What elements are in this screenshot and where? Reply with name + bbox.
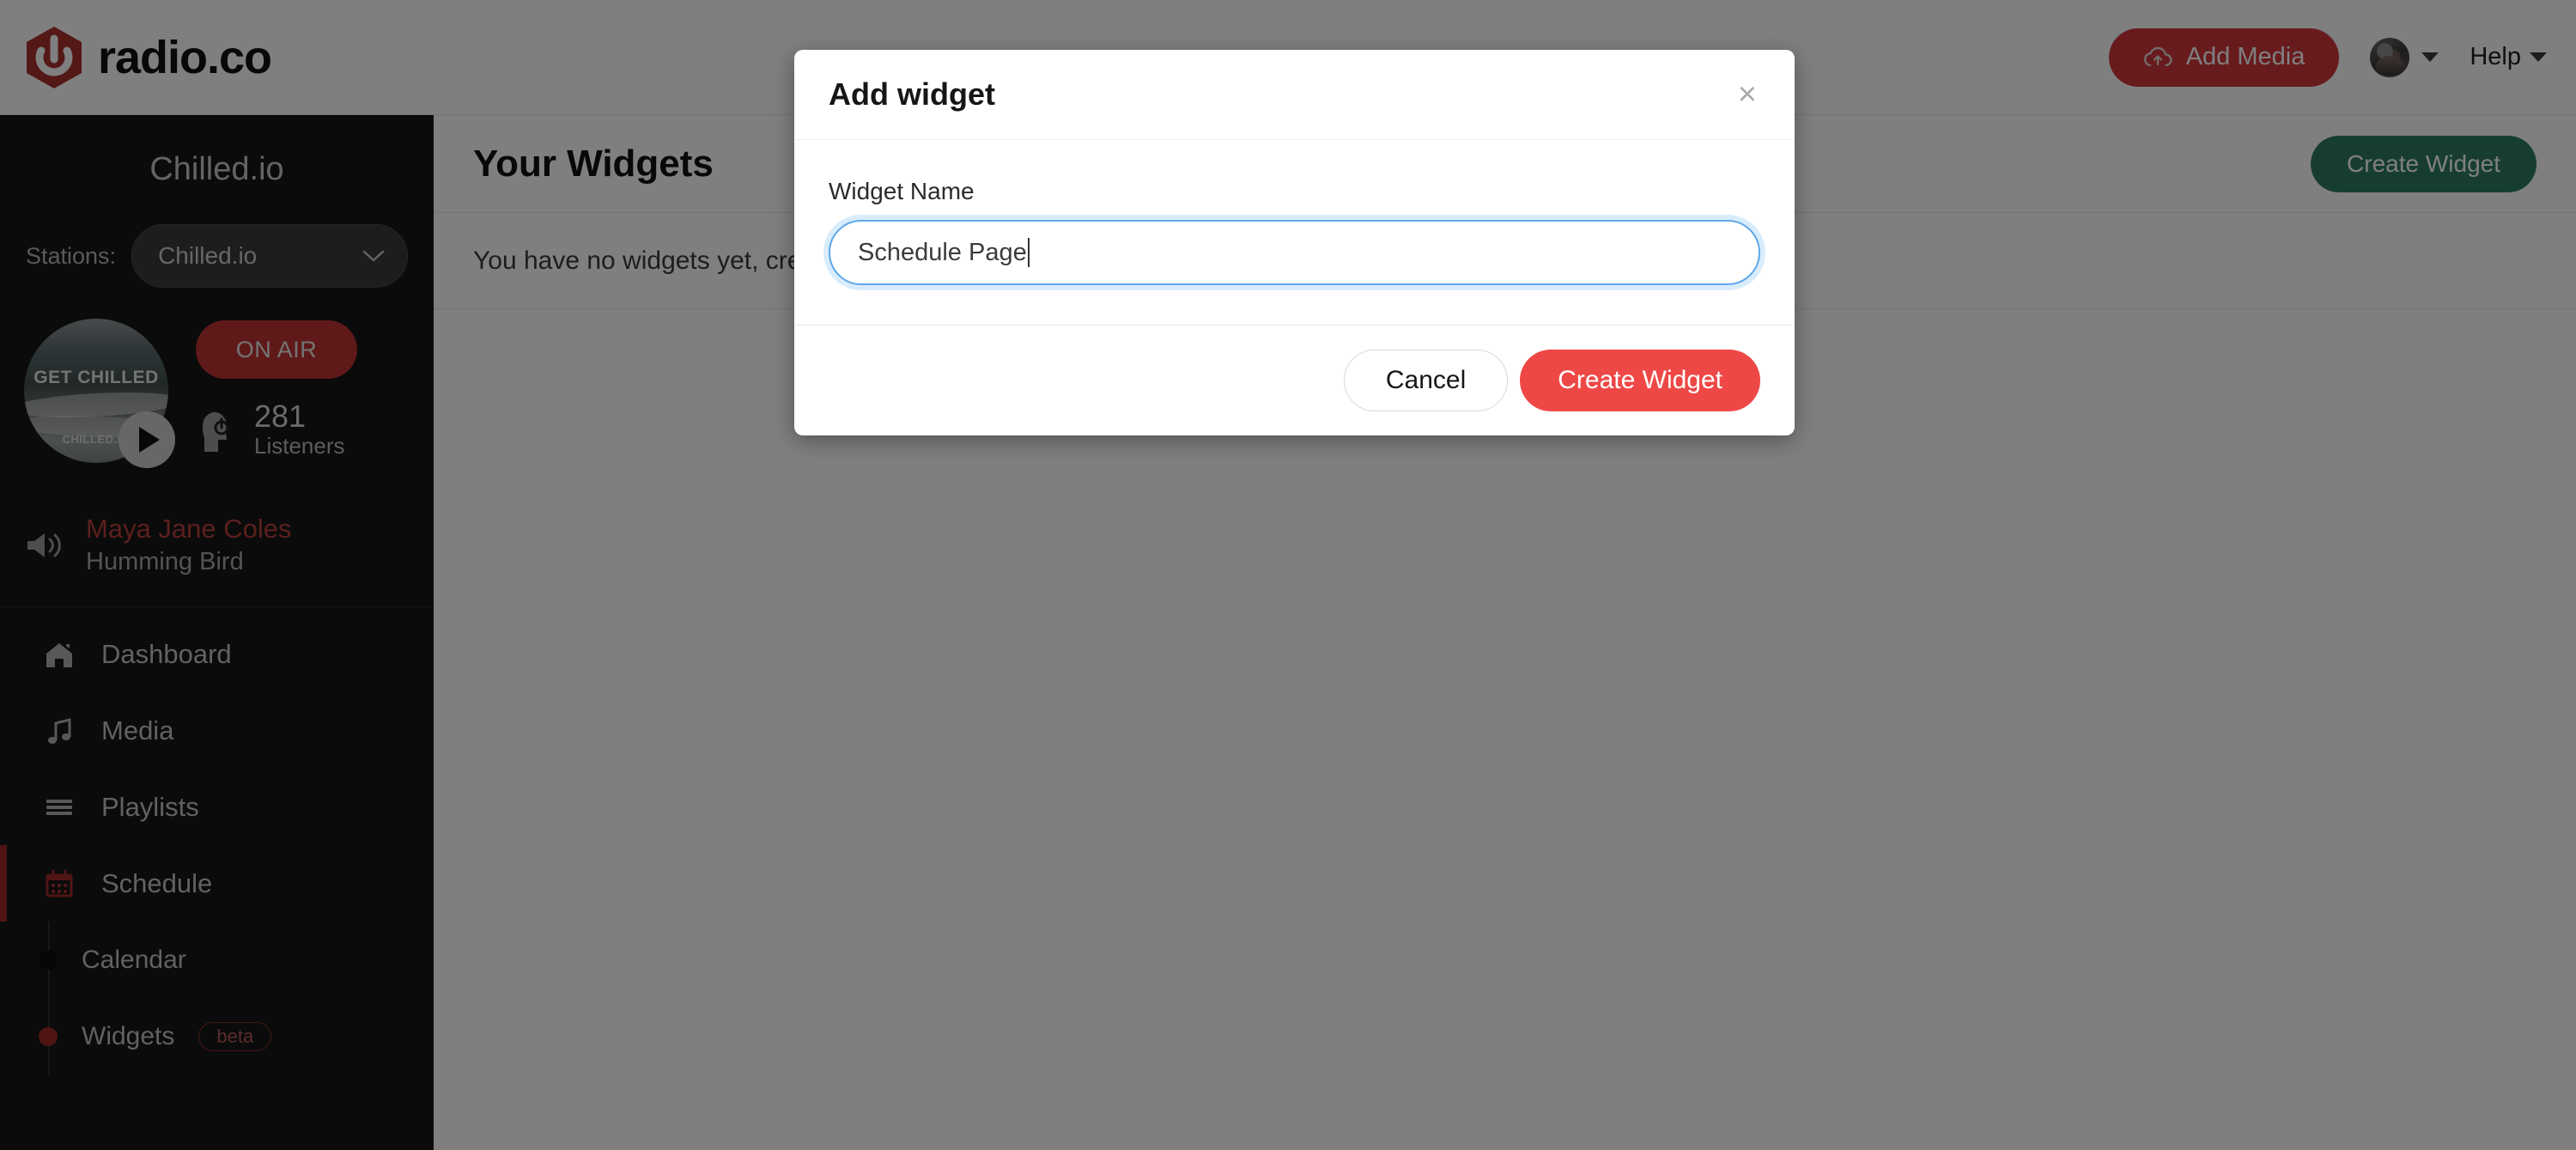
modal-header: Add widget × xyxy=(794,50,1795,140)
widget-name-label: Widget Name xyxy=(829,178,975,204)
create-widget-submit-button[interactable]: Create Widget xyxy=(1520,350,1760,411)
modal-title: Add widget xyxy=(829,76,995,112)
modal-footer: Cancel Create Widget xyxy=(794,326,1795,435)
widget-name-input-value: Schedule Page xyxy=(858,238,1027,266)
app-root: radio.co Add Media Help xyxy=(0,0,2576,1150)
cancel-button[interactable]: Cancel xyxy=(1343,350,1509,411)
add-widget-modal: Add widget × Widget Name Schedule Page C… xyxy=(794,50,1795,435)
text-cursor xyxy=(1027,238,1030,267)
close-icon[interactable]: × xyxy=(1735,78,1760,111)
widget-name-input[interactable]: Schedule Page xyxy=(829,220,1760,285)
modal-body: Widget Name Schedule Page xyxy=(794,140,1795,326)
